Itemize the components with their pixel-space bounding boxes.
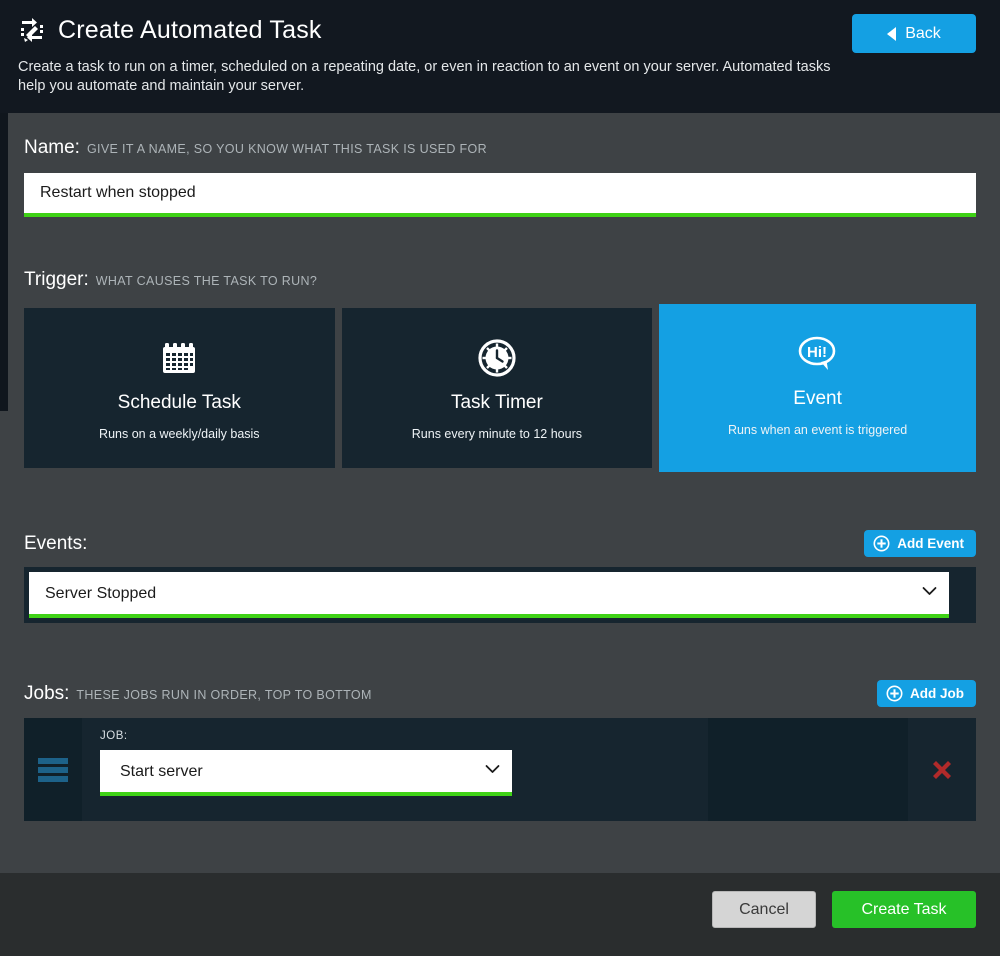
plus-circle-icon [873,535,890,552]
svg-text:Hi!: Hi! [807,344,827,361]
page-footer: Cancel Create Task [0,873,1000,956]
trigger-card-subtitle: Runs when an event is triggered [728,423,907,437]
job-main: JOB: Start server [82,718,708,821]
event-select[interactable]: Server Stopped [29,572,949,614]
jobs-section: Jobs: THESE JOBS RUN IN ORDER, TOP TO BO… [24,623,976,821]
trigger-card-task-timer[interactable]: Task Timer Runs every minute to 12 hours [342,308,653,468]
job-field-label: JOB: [100,730,708,742]
trigger-card-event[interactable]: Hi! Event Runs when an event is triggere… [659,304,976,472]
job-row: JOB: Start server [24,718,976,821]
cancel-button[interactable]: Cancel [712,891,816,928]
job-drag-handle[interactable] [24,718,82,821]
left-edge-strip-light [0,411,8,873]
name-section: Name: GIVE IT A NAME, SO YOU KNOW WHAT T… [24,113,976,217]
delete-job-button[interactable] [908,718,976,821]
trigger-section-label: Trigger: WHAT CAUSES THE TASK TO RUN? [24,269,976,291]
calendar-icon [158,336,200,380]
footer-actions: Cancel Create Task [712,891,976,928]
form-content: Name: GIVE IT A NAME, SO YOU KNOW WHAT T… [8,113,992,873]
clock-icon [476,336,518,380]
page-header: Create Automated Task Create a task to r… [0,0,1000,113]
left-edge-strip-dark [0,113,8,411]
name-section-label: Name: GIVE IT A NAME, SO YOU KNOW WHAT T… [24,137,976,159]
plus-circle-icon [886,685,903,702]
job-row-spacer [708,718,908,821]
events-panel: Server Stopped [24,567,976,623]
speech-bubble-hi-icon: Hi! [795,332,841,376]
trigger-card-list: Schedule Task Runs on a weekly/daily bas… [24,308,976,476]
trigger-card-subtitle: Runs every minute to 12 hours [412,427,582,441]
name-input[interactable] [24,173,976,213]
trigger-label: Trigger: [24,269,89,291]
jobs-list: JOB: Start server [24,718,976,821]
events-header: Events: Add Event [24,530,976,557]
job-select-wrap: Start server [100,750,512,796]
events-section: Events: Add Event Server Stopped [24,476,976,623]
create-automated-task-page: Create Automated Task Create a task to r… [0,0,1000,956]
event-select-wrap: Server Stopped [29,572,949,618]
jobs-section-label: Jobs: THESE JOBS RUN IN ORDER, TOP TO BO… [24,683,372,705]
close-x-icon [929,757,955,783]
back-button-label: Back [905,25,941,43]
add-event-label: Add Event [897,536,964,551]
trigger-card-subtitle: Runs on a weekly/daily basis [99,427,260,441]
name-input-wrap [24,173,976,217]
trigger-card-title: Task Timer [451,392,543,414]
events-section-label: Events: [24,533,87,555]
jobs-label: Jobs: [24,683,69,705]
jobs-hint: THESE JOBS RUN IN ORDER, TOP TO BOTTOM [76,688,371,702]
trigger-card-title: Schedule Task [118,392,241,414]
trigger-card-title: Event [793,388,842,410]
trigger-section: Trigger: WHAT CAUSES THE TASK TO RUN? [24,217,976,476]
automated-task-icon [18,16,46,44]
chevron-left-icon [887,27,896,41]
page-description: Create a task to run on a timer, schedul… [18,58,848,96]
add-event-button[interactable]: Add Event [864,530,976,557]
jobs-header: Jobs: THESE JOBS RUN IN ORDER, TOP TO BO… [24,680,976,707]
trigger-hint: WHAT CAUSES THE TASK TO RUN? [96,274,317,288]
trigger-card-schedule-task[interactable]: Schedule Task Runs on a weekly/daily bas… [24,308,335,468]
page-title: Create Automated Task [58,16,322,45]
name-label: Name: [24,137,80,159]
drag-handle-icon [37,757,69,783]
create-task-button[interactable]: Create Task [832,891,976,928]
add-job-button[interactable]: Add Job [877,680,976,707]
events-label: Events: [24,533,87,555]
header-title-row: Create Automated Task [18,12,976,48]
name-hint: GIVE IT A NAME, SO YOU KNOW WHAT THIS TA… [87,142,487,156]
back-button[interactable]: Back [852,14,976,53]
job-select[interactable]: Start server [100,750,512,792]
add-job-label: Add Job [910,686,964,701]
